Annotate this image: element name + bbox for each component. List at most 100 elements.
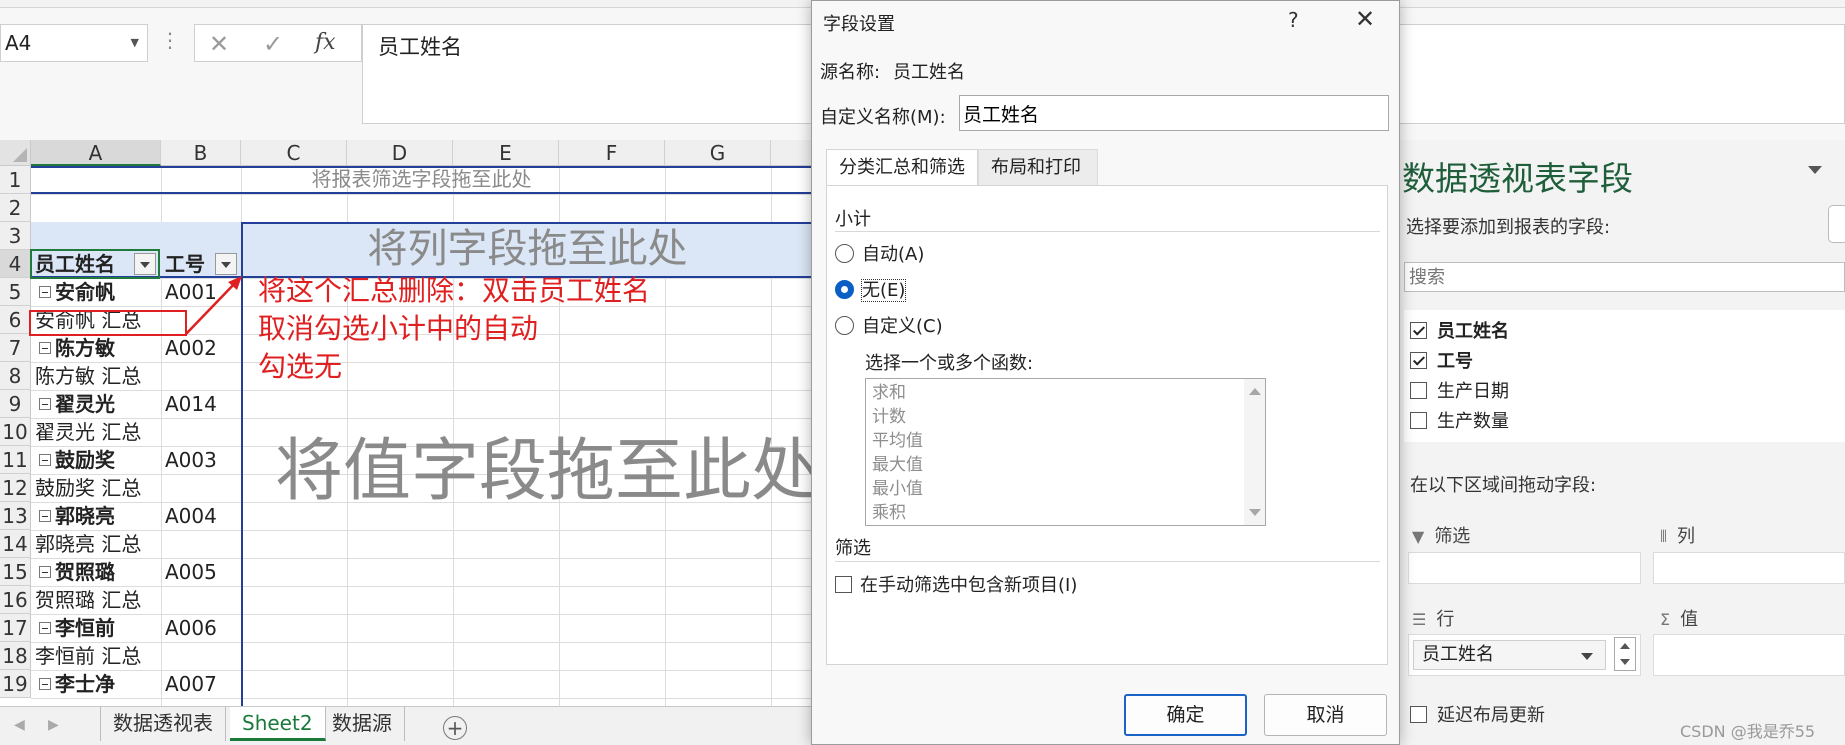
- row-header[interactable]: 3: [0, 222, 31, 250]
- custom-name-input[interactable]: [959, 95, 1389, 131]
- function-option[interactable]: 平均值: [872, 429, 923, 453]
- row-header[interactable]: 13: [0, 502, 31, 530]
- row-field-chip[interactable]: 员工姓名: [1413, 640, 1606, 670]
- employee-id-cell[interactable]: A006: [165, 614, 217, 642]
- collapse-icon[interactable]: [39, 398, 51, 410]
- field-item-date[interactable]: 生产日期: [1410, 378, 1509, 406]
- subtotal-cell[interactable]: 郭晓亮 汇总: [35, 530, 141, 558]
- chevron-down-icon[interactable]: [1808, 166, 1822, 174]
- collapse-icon[interactable]: [39, 566, 51, 578]
- field-search-input[interactable]: [1404, 262, 1845, 292]
- sheet-tab-pivot[interactable]: 数据透视表: [100, 707, 226, 741]
- name-box[interactable]: A4 ▼: [0, 24, 148, 62]
- collapse-icon[interactable]: [39, 510, 51, 522]
- field-item-qty[interactable]: 生产数量: [1410, 408, 1509, 436]
- close-icon[interactable]: ✕: [1355, 5, 1375, 33]
- tab-subtotals-filters[interactable]: 分类汇总和筛选: [826, 149, 978, 185]
- column-header-f[interactable]: F: [559, 140, 665, 166]
- row-header[interactable]: 1: [0, 166, 31, 194]
- row-group-cell[interactable]: 李恒前: [39, 614, 115, 642]
- column-header-b[interactable]: B: [161, 140, 241, 166]
- checkbox-icon[interactable]: [1410, 382, 1427, 399]
- row-header[interactable]: 18: [0, 642, 31, 670]
- values-drop-area[interactable]: [1653, 634, 1845, 676]
- columns-drop-area[interactable]: [1653, 552, 1845, 584]
- radio-custom[interactable]: 自定义(C): [835, 315, 943, 339]
- row-header[interactable]: 2: [0, 194, 31, 222]
- employee-id-cell[interactable]: A005: [165, 558, 217, 586]
- subtotal-cell[interactable]: 陈方敏 汇总: [35, 362, 141, 390]
- column-header-a[interactable]: A: [31, 140, 161, 166]
- column-header-e[interactable]: E: [453, 140, 559, 166]
- function-option[interactable]: 乘积: [872, 501, 906, 525]
- select-all-corner[interactable]: [0, 140, 31, 166]
- subtotal-cell[interactable]: 鼓励奖 汇总: [35, 474, 141, 502]
- radio-auto[interactable]: 自动(A): [835, 243, 924, 267]
- reorder-spinner[interactable]: [1614, 637, 1636, 671]
- radio-icon[interactable]: [835, 316, 854, 335]
- defer-update-option[interactable]: 延迟布局更新: [1410, 701, 1545, 727]
- checkbox-icon[interactable]: [1410, 412, 1427, 429]
- ok-button[interactable]: 确定: [1124, 694, 1247, 736]
- checkbox-icon[interactable]: [1410, 706, 1427, 723]
- collapse-icon[interactable]: [39, 454, 51, 466]
- more-dots-icon[interactable]: ⋮: [160, 28, 180, 52]
- row-header[interactable]: 19: [0, 670, 31, 698]
- column-header-c[interactable]: C: [241, 140, 347, 166]
- radio-icon[interactable]: [835, 244, 854, 263]
- row-header[interactable]: 7: [0, 334, 31, 362]
- row-header[interactable]: 4: [0, 250, 31, 278]
- collapse-icon[interactable]: [39, 678, 51, 690]
- row-header[interactable]: 10: [0, 418, 31, 446]
- row-header[interactable]: 14: [0, 530, 31, 558]
- function-option[interactable]: 求和: [872, 381, 906, 405]
- row-group-cell[interactable]: 郭晓亮: [39, 502, 115, 530]
- function-option[interactable]: 最小值: [872, 477, 923, 501]
- row-group-cell[interactable]: 贺照璐: [39, 558, 115, 586]
- employee-id-cell[interactable]: A004: [165, 502, 217, 530]
- add-sheet-button[interactable]: +: [443, 716, 467, 740]
- checkbox-icon[interactable]: [835, 576, 852, 593]
- column-drop-zone[interactable]: 将列字段拖至此处: [241, 222, 812, 278]
- row-header[interactable]: 11: [0, 446, 31, 474]
- row-header[interactable]: 6: [0, 306, 31, 334]
- function-option[interactable]: 计数: [872, 405, 906, 429]
- collapse-icon[interactable]: [39, 342, 51, 354]
- filter-drop-area[interactable]: [1408, 552, 1641, 584]
- row-group-cell[interactable]: 翟灵光: [39, 390, 115, 418]
- report-filter-drop-zone[interactable]: 将报表筛选字段拖至此处: [31, 166, 812, 194]
- checkbox-checked-icon[interactable]: [1410, 322, 1427, 339]
- next-sheet-icon[interactable]: ▶: [48, 717, 59, 733]
- function-option[interactable]: 最大值: [872, 453, 923, 477]
- checkbox-checked-icon[interactable]: [1410, 352, 1427, 369]
- sheet-tab-source[interactable]: 数据源: [320, 707, 405, 741]
- row-group-cell[interactable]: 安俞帆: [39, 278, 115, 306]
- column-header-g[interactable]: G: [665, 140, 771, 166]
- include-new-items-option[interactable]: 在手动筛选中包含新项目(I): [835, 574, 1077, 598]
- sheet-tab-sheet2[interactable]: Sheet2: [230, 707, 326, 741]
- row-group-cell[interactable]: 鼓励奖: [39, 446, 115, 474]
- field-item-id[interactable]: 工号: [1410, 348, 1473, 376]
- prev-sheet-icon[interactable]: ◀: [14, 717, 25, 733]
- confirm-entry-icon[interactable]: ✓: [263, 30, 283, 58]
- collapse-icon[interactable]: [39, 286, 51, 298]
- insert-function-icon[interactable]: fx: [315, 30, 336, 55]
- tab-layout-print[interactable]: 布局和打印: [978, 149, 1098, 185]
- subtotal-cell[interactable]: 贺照璐 汇总: [35, 586, 141, 614]
- subtotal-cell[interactable]: 李恒前 汇总: [35, 642, 141, 670]
- employee-id-cell[interactable]: A007: [165, 670, 217, 698]
- radio-selected-icon[interactable]: [835, 280, 854, 299]
- row-header[interactable]: 15: [0, 558, 31, 586]
- row-header[interactable]: 9: [0, 390, 31, 418]
- row-group-cell[interactable]: 李士净: [39, 670, 115, 698]
- help-icon[interactable]: ?: [1288, 8, 1299, 32]
- row-header[interactable]: 8: [0, 362, 31, 390]
- subtotal-cell[interactable]: 翟灵光 汇总: [35, 418, 141, 446]
- field-item-name[interactable]: 员工姓名: [1410, 318, 1509, 346]
- cancel-entry-icon[interactable]: ✕: [209, 30, 229, 58]
- employee-id-cell[interactable]: A014: [165, 390, 217, 418]
- function-listbox[interactable]: 求和 计数 平均值 最大值 最小值 乘积: [865, 378, 1266, 526]
- row-group-cell[interactable]: 陈方敏: [39, 334, 115, 362]
- collapse-icon[interactable]: [39, 622, 51, 634]
- gear-icon[interactable]: [1828, 205, 1845, 243]
